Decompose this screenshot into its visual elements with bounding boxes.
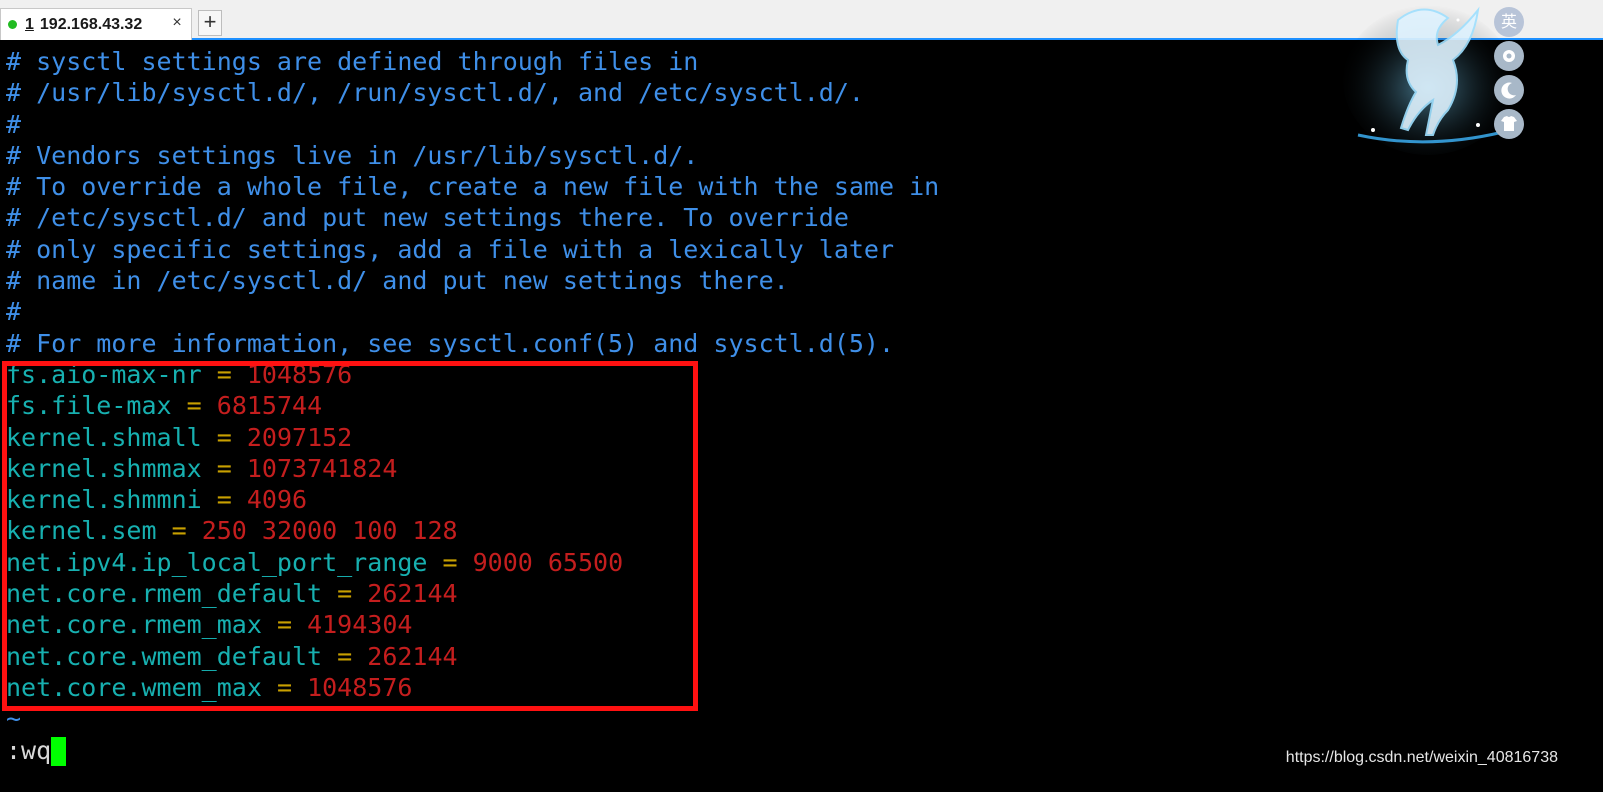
- setting-value: 262144: [367, 579, 458, 609]
- setting-equals: =: [216, 422, 232, 452]
- setting-key: fs.aio-max-nr: [6, 359, 202, 389]
- setting-key: net.core.rmem_max: [6, 610, 262, 640]
- ime-shirt-icon[interactable]: [1494, 109, 1524, 139]
- comment-line: # /etc/sysctl.d/ and put new settings th…: [6, 203, 849, 233]
- setting-value: 4096: [246, 485, 308, 515]
- vim-command-line[interactable]: :wq: [6, 735, 67, 767]
- setting-key: net.core.wmem_max: [6, 672, 262, 702]
- empty-line-tilde: ~: [6, 704, 22, 734]
- setting-equals: =: [216, 485, 232, 515]
- setting-value: 1048576: [307, 672, 413, 702]
- setting-value: 250 32000 100 128: [201, 516, 458, 546]
- comment-line: # For more information, see sysctl.conf(…: [6, 328, 895, 358]
- setting-equals: =: [442, 547, 458, 577]
- setting-key: kernel.shmmni: [6, 485, 202, 515]
- setting-equals: =: [337, 641, 353, 671]
- connection-status-icon: [8, 20, 17, 29]
- setting-value: 1073741824: [246, 453, 398, 483]
- setting-value: 262144: [367, 641, 458, 671]
- setting-line: kernel.shmmax = 1073741824: [6, 453, 1596, 484]
- comment-line: # To override a whole file, create a new…: [6, 172, 940, 202]
- comment-line: # name in /etc/sysctl.d/ and put new set…: [6, 266, 789, 296]
- setting-equals: =: [337, 579, 353, 609]
- pegasus-image: [1343, 5, 1508, 155]
- setting-line: net.core.rmem_default = 262144: [6, 578, 1596, 609]
- setting-line: net.core.wmem_max = 1048576: [6, 672, 1596, 703]
- setting-line: net.core.rmem_max = 4194304: [6, 609, 1596, 640]
- setting-equals: =: [171, 516, 187, 546]
- setting-key: net.core.wmem_default: [6, 641, 323, 671]
- setting-line: kernel.shmall = 2097152: [6, 422, 1596, 453]
- setting-value: 4194304: [307, 610, 413, 640]
- setting-line: kernel.sem = 250 32000 100 128: [6, 515, 1596, 546]
- setting-line: kernel.shmmni = 4096: [6, 484, 1596, 515]
- setting-line: fs.file-max = 6815744: [6, 390, 1596, 421]
- setting-equals: =: [216, 359, 232, 389]
- ime-settings-icon[interactable]: [1494, 41, 1524, 71]
- close-tab-icon[interactable]: ×: [169, 15, 185, 31]
- setting-equals: =: [276, 672, 292, 702]
- setting-equals: =: [276, 610, 292, 640]
- setting-line: fs.aio-max-nr = 1048576: [6, 359, 1596, 390]
- setting-key: kernel.sem: [6, 516, 157, 546]
- comment-line: # only specific settings, add a file wit…: [6, 234, 895, 264]
- setting-value: 1048576: [246, 359, 353, 389]
- setting-key: net.core.rmem_default: [6, 579, 323, 609]
- session-tab[interactable]: 1 192.168.43.32 ×: [0, 8, 192, 40]
- tab-number: 1: [25, 15, 34, 33]
- setting-value: 6815744: [216, 391, 323, 421]
- new-tab-button[interactable]: +: [198, 10, 222, 36]
- setting-value: 9000 65500: [472, 547, 624, 577]
- moon-icon: [1501, 82, 1516, 99]
- setting-key: kernel.shmmax: [6, 453, 202, 483]
- setting-key: net.ipv4.ip_local_port_range: [6, 547, 428, 577]
- tab-title: 192.168.43.32: [39, 15, 143, 33]
- setting-line: net.ipv4.ip_local_port_range = 9000 6550…: [6, 547, 1596, 578]
- ime-widget: 英: [1338, 0, 1538, 160]
- setting-value: 2097152: [246, 422, 353, 452]
- watermark-url: https://blog.csdn.net/weixin_40816738: [1285, 749, 1558, 766]
- settings-icon: [1503, 50, 1515, 62]
- setting-equals: =: [186, 391, 202, 421]
- ime-language-button[interactable]: 英: [1494, 7, 1524, 37]
- shirt-icon: [1501, 116, 1517, 131]
- setting-key: fs.file-max: [6, 391, 172, 421]
- ime-moon-icon[interactable]: [1494, 75, 1524, 105]
- command-text: :wq: [6, 736, 52, 765]
- comment-line: #: [6, 297, 22, 327]
- setting-equals: =: [216, 453, 232, 483]
- setting-key: kernel.shmall: [6, 422, 202, 452]
- text-cursor: [51, 736, 67, 766]
- setting-line: net.core.wmem_default = 262144: [6, 641, 1596, 672]
